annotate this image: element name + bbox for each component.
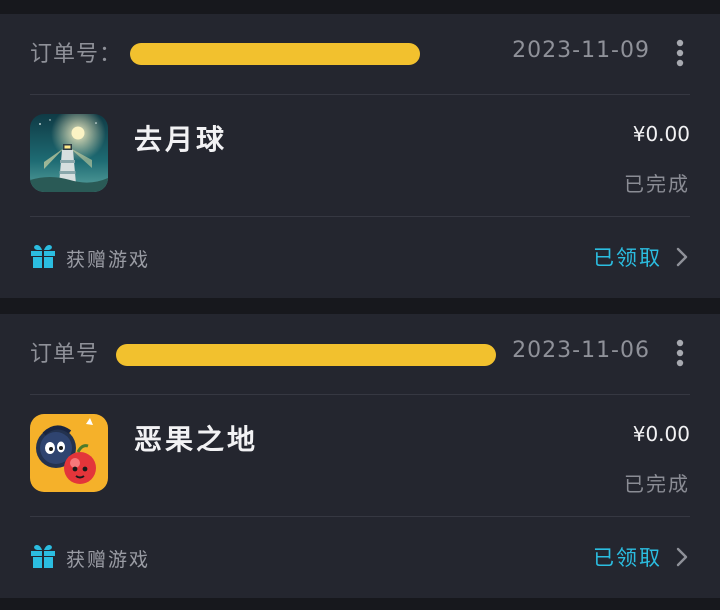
gift-game-label: 获赠游戏 <box>66 249 151 271</box>
bad-fruit-land-game-icon[interactable] <box>30 414 108 492</box>
order-number-label: 订单号： <box>30 42 123 67</box>
gift-icon <box>31 545 55 568</box>
more-vertical-icon[interactable] <box>670 338 690 368</box>
order-card[interactable]: 订单号 2023-11-06 恶果之地 ¥0.00 已完成 获赠游戏 已领取 <box>0 314 720 598</box>
claimed-link[interactable]: 已领取 <box>593 542 690 572</box>
claimed-label: 已领取 <box>593 546 662 570</box>
gift-icon <box>31 245 55 268</box>
order-date: 2023-11-09 <box>512 38 650 63</box>
order-price: ¥0.00 <box>632 422 690 446</box>
game-title[interactable]: 恶果之地 <box>134 418 258 458</box>
more-vertical-icon[interactable] <box>670 38 690 68</box>
redacted-order-number <box>130 43 420 65</box>
chevron-right-icon <box>676 247 688 267</box>
gift-row: 获赠游戏 已领取 <box>30 216 690 298</box>
order-list-page: 订单号： 2023-11-09 去月球 ¥0.00 已完成 获赠游戏 已领取 订… <box>0 0 720 610</box>
redacted-order-number <box>116 344 496 366</box>
order-status: 已完成 <box>624 172 690 196</box>
order-date: 2023-11-06 <box>512 338 650 363</box>
claimed-link[interactable]: 已领取 <box>593 242 690 272</box>
order-price: ¥0.00 <box>632 122 690 146</box>
order-card[interactable]: 订单号： 2023-11-09 去月球 ¥0.00 已完成 获赠游戏 已领取 <box>0 14 720 298</box>
divider <box>30 94 690 95</box>
order-number-label: 订单号 <box>30 342 100 367</box>
order-header: 订单号 2023-11-06 <box>30 314 690 394</box>
chevron-right-icon <box>676 547 688 567</box>
to-the-moon-game-icon[interactable] <box>30 114 108 192</box>
gift-game-label: 获赠游戏 <box>66 549 151 571</box>
order-header: 订单号： 2023-11-09 <box>30 14 690 94</box>
game-title[interactable]: 去月球 <box>134 118 227 158</box>
gift-row: 获赠游戏 已领取 <box>30 516 690 598</box>
divider <box>30 394 690 395</box>
claimed-label: 已领取 <box>593 246 662 270</box>
order-status: 已完成 <box>624 472 690 496</box>
